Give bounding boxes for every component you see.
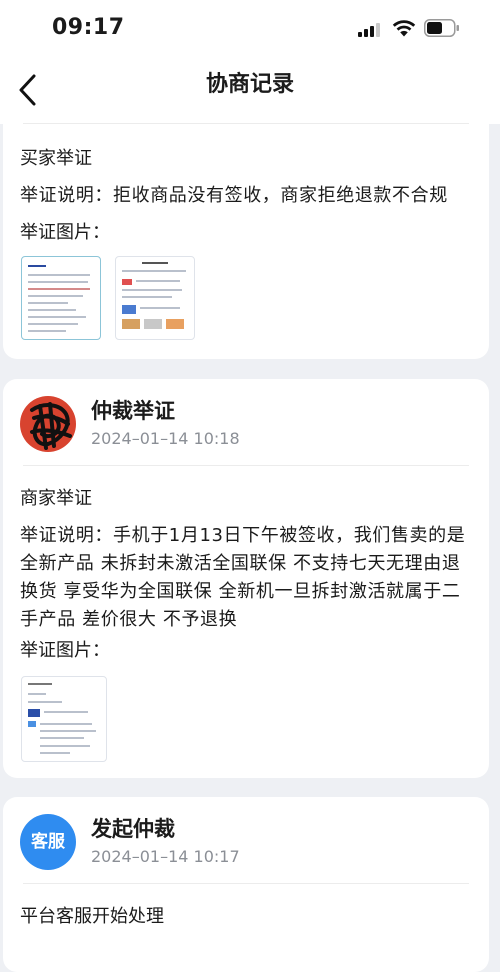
status-bar: 09:17 [0, 0, 500, 60]
evidence-image-thumbnail[interactable] [21, 676, 107, 762]
divider [23, 465, 469, 466]
record-timestamp: 2024–01–14 10:18 [91, 429, 240, 448]
customer-service-avatar: 客服 [20, 814, 76, 870]
evidence-party-label: 商家举证 [20, 488, 92, 509]
evidence-description: 举证说明：拒收商品没有签收，商家拒绝退款不合规 [20, 185, 448, 206]
wifi-icon [392, 20, 416, 37]
evidence-party-label: 买家举证 [20, 148, 92, 169]
evidence-description: 举证说明：手机于1月13日下午被签收，我们售卖的是全新产品 未拆封未激活全国联保… [20, 525, 466, 630]
cellular-signal-icon [358, 23, 380, 37]
record-message: 平台客服开始处理 [20, 906, 164, 927]
user-avatar [20, 396, 76, 452]
evidence-image-thumbnail[interactable] [21, 256, 101, 340]
status-time: 09:17 [52, 15, 125, 40]
start-arbitration-card: 客服 发起仲裁 2024–01–14 10:17 平台客服开始处理 [3, 797, 489, 972]
evidence-image-thumbnail[interactable] [115, 256, 195, 340]
page-title: 协商记录 [205, 72, 294, 97]
divider [23, 883, 469, 884]
record-timestamp: 2024–01–14 10:17 [91, 847, 240, 866]
record-title: 发起仲裁 [91, 817, 175, 841]
evidence-images-label: 举证图片： [20, 640, 110, 661]
arbitration-evidence-card: 仲裁举证 2024–01–14 10:18 商家举证 举证说明：手机于1月13日… [3, 379, 489, 778]
record-title: 仲裁举证 [91, 399, 175, 423]
buyer-evidence-card: 买家举证 举证说明：拒收商品没有签收，商家拒绝退款不合规 举证图片： [3, 112, 489, 359]
battery-icon [424, 19, 459, 37]
evidence-images-label: 举证图片： [20, 222, 110, 243]
divider [23, 123, 469, 124]
